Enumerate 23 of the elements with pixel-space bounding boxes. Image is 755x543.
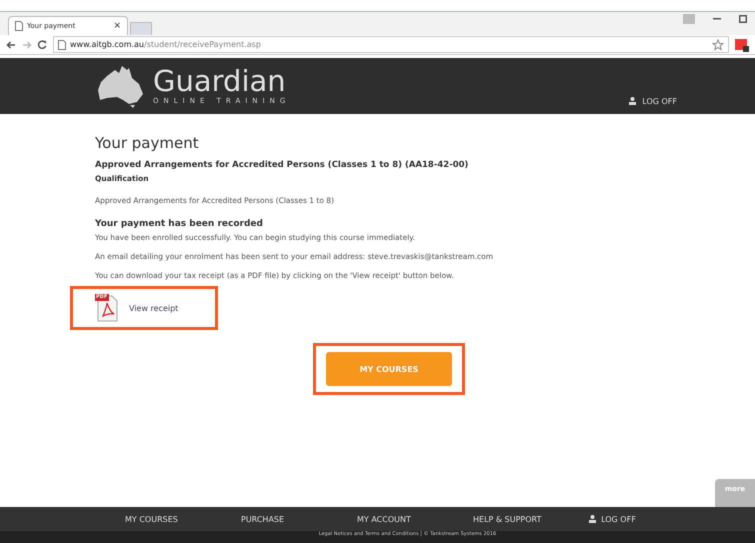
section-heading: Your payment has been recorded [95,219,264,229]
back-icon[interactable] [6,40,16,48]
course-name: Approved Arrangements for Accredited Persons (Classes 1 to 8) (AA18-42-00) [95,160,470,170]
footer-link[interactable]: PURCHASE [241,514,357,524]
logo-title: Guardian [153,67,287,96]
page-title: Your payment [95,134,200,152]
footer-link[interactable]: HELP & SUPPORT [473,514,589,524]
address-bar[interactable]: www.aitgb.com.au/student/receivePayment.asp [53,36,729,53]
maximize-icon[interactable] [739,15,747,23]
star-icon[interactable] [712,38,724,50]
footer-link[interactable]: MY ACCOUNT [357,514,473,524]
view-receipt-link[interactable]: View receipt [129,304,178,312]
reload-icon[interactable] [38,40,47,49]
user-icon [629,97,636,105]
minimize-icon[interactable] [713,18,721,20]
australia-map-icon [97,64,145,108]
log-off-link[interactable]: LOG OFF [589,514,705,524]
user-icon [589,515,596,523]
page-icon [15,21,23,31]
page-icon [58,40,66,50]
log-off-link[interactable]: LOG OFF [629,96,677,106]
tab-close-button[interactable]: × [113,21,121,31]
footer-link[interactable]: MY COURSES [125,514,241,524]
